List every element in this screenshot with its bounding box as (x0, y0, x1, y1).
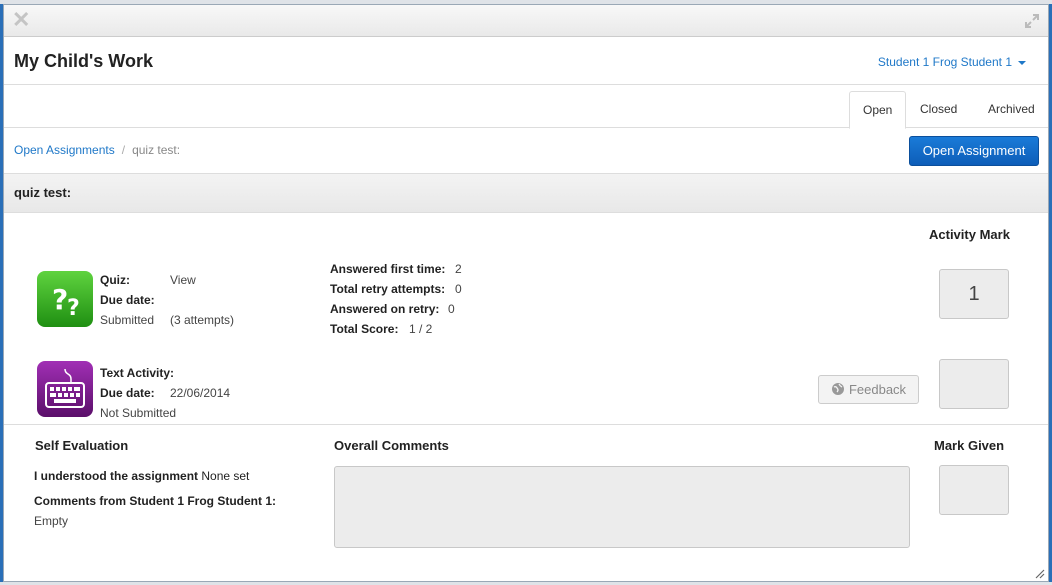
quiz-mark-box[interactable]: 1 (939, 269, 1009, 319)
overall-comments-field[interactable] (334, 466, 910, 548)
self-evaluation-heading: Self Evaluation (35, 438, 129, 453)
stat-first-time-value: 2 (455, 262, 462, 276)
activities-panel: Activity Mark ? ? Quiz: View Due date: S… (4, 213, 1048, 423)
tab-open[interactable]: Open (849, 91, 907, 129)
text-activity-status: Not Submitted (100, 406, 177, 420)
overall-comments-heading: Overall Comments (334, 438, 449, 453)
keyboard-icon[interactable] (37, 361, 93, 417)
quiz-type-label: Quiz: (100, 273, 130, 287)
student-select-label: Student 1 Frog Student 1 (877, 55, 1012, 69)
expand-icon[interactable] (1024, 13, 1040, 29)
student-comments-label: Comments from Student 1 Frog Student 1: (34, 494, 277, 508)
svg-text:?: ? (67, 296, 80, 321)
caret-down-icon (1018, 60, 1026, 65)
titlebar: ✕ (4, 5, 1048, 37)
page-title: My Child's Work (14, 51, 153, 71)
stat-retry-attempts-value: 0 (455, 282, 462, 296)
quiz-view-link[interactable]: View (170, 273, 196, 287)
text-activity-type-label: Text Activity: (100, 366, 175, 380)
breadcrumb: Open Assignments / quiz test: (14, 143, 180, 157)
page-header: My Child's Work Student 1 Frog Student 1 (4, 37, 1048, 85)
stat-answered-retry-label: Answered on retry: (330, 302, 440, 316)
resize-grip-icon[interactable] (1033, 567, 1045, 579)
tab-archived[interactable]: Archived (975, 91, 1048, 128)
breadcrumb-open-assignments[interactable]: Open Assignments (14, 143, 115, 157)
stat-total-score-label: Total Score: (330, 322, 399, 336)
feedback-button[interactable]: Feedback (818, 375, 919, 404)
breadcrumb-separator: / (121, 143, 126, 157)
dialog-window: ✕ My Child's Work Student 1 Frog Student… (3, 4, 1049, 582)
stat-retry-attempts-label: Total retry attempts: (330, 282, 446, 296)
text-activity-due-label: Due date: (100, 386, 155, 400)
stat-first-time-label: Answered first time: (330, 262, 446, 276)
breadcrumb-row: Open Assignments / quiz test: Open Assignm… (4, 128, 1048, 173)
assignment-title: quiz test: (4, 173, 1048, 213)
close-icon[interactable]: ✕ (12, 9, 30, 31)
question-icon[interactable]: ? ? (37, 271, 93, 327)
open-assignment-button[interactable]: Open Assignment (909, 136, 1039, 166)
quiz-status: Submitted (100, 313, 155, 327)
mark-given-box[interactable] (939, 465, 1009, 515)
student-comments-value: Empty (34, 514, 69, 528)
student-select[interactable]: Student 1 Frog Student 1 (878, 55, 1026, 69)
stat-answered-retry-value: 0 (448, 302, 455, 316)
svg-text:?: ? (52, 283, 68, 316)
understood-value: None set (201, 469, 250, 483)
stat-total-score-value: 1 / 2 (409, 322, 433, 336)
globe-icon (831, 383, 844, 395)
text-activity-due-value: 22/06/2014 (170, 386, 231, 400)
feedback-button-label: Feedback (848, 382, 907, 397)
quiz-due-label: Due date: (100, 293, 155, 307)
activity-mark-heading: Activity Mark (929, 227, 1010, 242)
text-activity-mark-box[interactable] (939, 359, 1009, 409)
mark-given-heading: Mark Given (934, 438, 1005, 453)
tab-closed[interactable]: Closed (907, 91, 970, 128)
tabs-row: Open Closed Archived (4, 85, 1048, 129)
understood-label: I understood the assignment (34, 469, 199, 483)
quiz-attempts: (3 attempts) (170, 313, 235, 327)
breadcrumb-current: quiz test: (132, 143, 181, 157)
understood-row: I understood the assignment None set (34, 469, 249, 483)
evaluation-section: Self Evaluation I understood the assignm… (4, 424, 1048, 582)
